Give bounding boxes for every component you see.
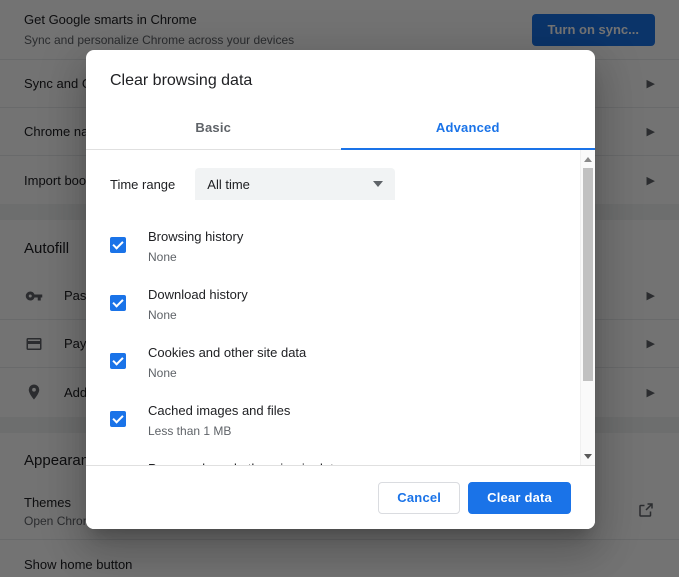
checkbox-browsing-history[interactable] xyxy=(110,237,126,253)
scrollbar-up-arrow[interactable] xyxy=(581,152,595,166)
dialog-title: Clear browsing data xyxy=(110,72,253,89)
list-item-text: Cached images and files Less than 1 MB xyxy=(148,401,556,441)
tab-advanced[interactable]: Advanced xyxy=(340,106,596,150)
list-item-cookies-and-other-site-data[interactable]: Cookies and other site data None xyxy=(110,334,556,392)
list-item-text: Download history None xyxy=(148,285,556,325)
list-item-label: Download history xyxy=(148,287,248,302)
dialog-scroll-area: Time range All time Browsing history Non… xyxy=(86,150,580,465)
time-range-label: Time range xyxy=(110,176,176,192)
list-item-sublabel: None xyxy=(148,250,177,264)
dialog-tabs: Basic Advanced xyxy=(86,106,595,150)
list-item-sublabel: None xyxy=(148,366,177,380)
list-item-passwords-and-other-sign-in-data[interactable]: Passwords and other sign-in data None xyxy=(110,450,556,465)
list-item-text: Cookies and other site data None xyxy=(148,343,556,383)
scrollbar-thumb[interactable] xyxy=(583,168,593,381)
dialog-body: Time range All time Browsing history Non… xyxy=(86,150,595,465)
list-item-sublabel: None xyxy=(148,308,177,322)
list-item-cached-images-and-files[interactable]: Cached images and files Less than 1 MB xyxy=(110,392,556,450)
list-item-download-history[interactable]: Download history None xyxy=(110,276,556,334)
dialog-vertical-scrollbar[interactable] xyxy=(580,150,595,465)
checkbox-cookies-and-other-site-data[interactable] xyxy=(110,353,126,369)
list-item-sublabel: Less than 1 MB xyxy=(148,424,232,438)
triangle-up-icon xyxy=(584,156,592,162)
clear-browsing-data-dialog: Clear browsing data Basic Advanced Time … xyxy=(86,50,595,529)
data-type-list: Browsing history None Download history N… xyxy=(86,212,580,465)
screen: Get Google smarts in Chrome Sync and per… xyxy=(0,0,679,577)
list-item-text: Passwords and other sign-in data None xyxy=(148,459,556,465)
triangle-down-icon xyxy=(584,453,592,459)
time-range-select[interactable]: All time xyxy=(195,168,396,200)
dialog-footer: Cancel Clear data xyxy=(86,465,595,529)
time-range-value: All time xyxy=(207,176,250,192)
checkbox-cached-images-and-files[interactable] xyxy=(110,411,126,427)
list-item-label: Cookies and other site data xyxy=(148,345,307,360)
tab-basic[interactable]: Basic xyxy=(86,106,341,149)
list-item-label: Passwords and other sign-in data xyxy=(148,459,556,465)
time-range-row: Time range All time xyxy=(86,150,580,212)
list-item-browsing-history[interactable]: Browsing history None xyxy=(110,218,556,276)
list-item-text: Browsing history None xyxy=(148,227,556,267)
checkbox-download-history[interactable] xyxy=(110,295,126,311)
cancel-button[interactable]: Cancel xyxy=(378,481,461,514)
scrollbar-down-arrow[interactable] xyxy=(581,449,595,463)
clear-data-button[interactable]: Clear data xyxy=(468,481,571,514)
list-item-label: Cached images and files xyxy=(148,403,291,418)
list-item-label: Browsing history xyxy=(148,229,244,244)
chevron-down-icon xyxy=(373,181,384,187)
